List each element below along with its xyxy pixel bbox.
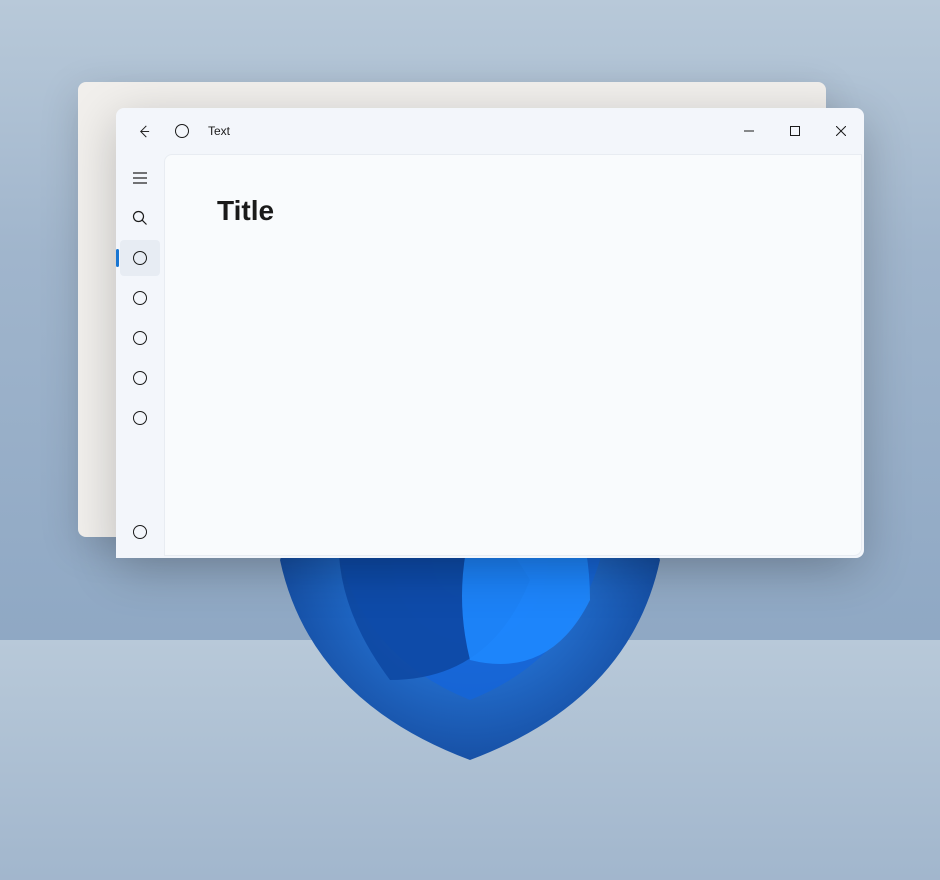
circle-icon — [133, 525, 147, 539]
search-icon — [132, 210, 148, 226]
close-icon — [836, 126, 846, 136]
circle-icon — [133, 331, 147, 345]
arrow-left-icon — [136, 124, 151, 139]
nav-footer-item[interactable] — [120, 514, 160, 550]
circle-icon — [175, 124, 189, 138]
minimize-button[interactable] — [726, 115, 772, 147]
window-body: Title — [116, 154, 864, 558]
maximize-button[interactable] — [772, 115, 818, 147]
circle-icon — [133, 371, 147, 385]
circle-icon — [133, 251, 147, 265]
nav-pane — [116, 154, 164, 558]
circle-icon — [133, 291, 147, 305]
nav-item-2[interactable] — [120, 280, 160, 316]
maximize-icon — [790, 126, 800, 136]
nav-item-5[interactable] — [120, 400, 160, 436]
titlebar: Text — [116, 108, 864, 154]
circle-icon — [133, 411, 147, 425]
back-button[interactable] — [124, 112, 162, 150]
titlebar-left: Text — [124, 112, 230, 150]
content-area: Title — [164, 154, 862, 556]
app-title: Text — [208, 124, 230, 138]
minimize-icon — [744, 126, 754, 136]
page-title: Title — [217, 195, 809, 227]
nav-item-3[interactable] — [120, 320, 160, 356]
nav-hamburger-button[interactable] — [120, 160, 160, 196]
nav-item-1[interactable] — [120, 240, 160, 276]
close-button[interactable] — [818, 115, 864, 147]
hamburger-icon — [132, 170, 148, 186]
nav-search-button[interactable] — [120, 200, 160, 236]
nav-item-4[interactable] — [120, 360, 160, 396]
app-window: Text — [116, 108, 864, 558]
app-icon — [172, 121, 192, 141]
titlebar-right — [726, 115, 864, 147]
